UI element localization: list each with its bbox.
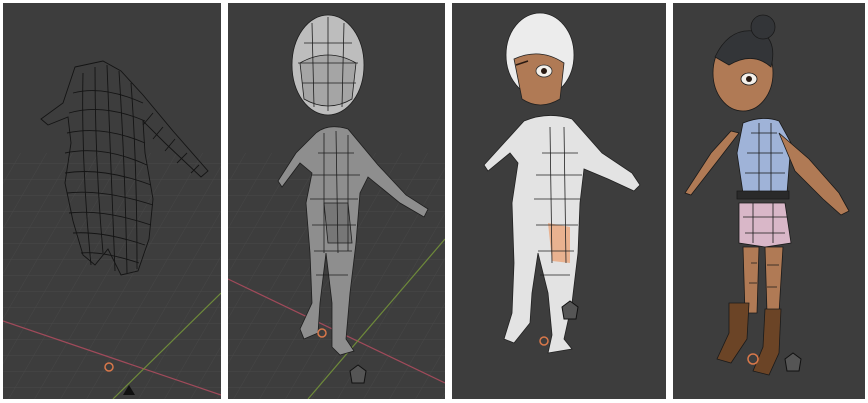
viewport-panel-solid[interactable]: [228, 3, 445, 399]
viewport-panel-colored[interactable]: [673, 3, 865, 399]
viewport-panel-wireframe[interactable]: [3, 3, 221, 399]
viewport-scene: [673, 3, 865, 399]
viewport-scene: [452, 3, 666, 399]
model-progression-strip: [0, 0, 868, 403]
viewport-scene: [228, 3, 445, 399]
viewport-panel-face-texture[interactable]: [452, 3, 666, 399]
viewport-scene: [3, 3, 221, 399]
